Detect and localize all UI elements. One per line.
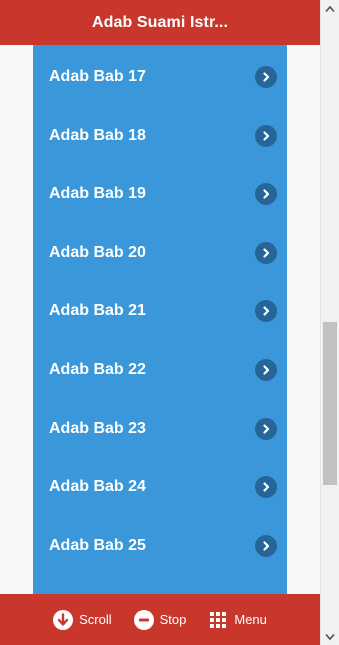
list-item-bab-19[interactable]: Adab Bab 19 <box>33 165 287 223</box>
chevron-right-icon <box>255 300 277 322</box>
list-item-label: Adab Bab 21 <box>49 302 146 319</box>
chevron-right-icon <box>255 242 277 264</box>
chevron-right-icon <box>255 535 277 557</box>
list-item-label: Adab Bab 17 <box>49 68 146 85</box>
minus-circle-icon <box>133 609 154 630</box>
scroll-down-arrow-icon[interactable] <box>321 628 339 645</box>
list-item-label: Adab Bab 25 <box>49 537 146 554</box>
menu-button[interactable]: Menu <box>208 610 267 630</box>
list-item-bab-20[interactable]: Adab Bab 20 <box>33 224 287 282</box>
vertical-scrollbar[interactable] <box>320 0 339 645</box>
app-title: Adab Suami Istr... <box>91 13 229 31</box>
grid-icon <box>208 610 228 630</box>
stop-button[interactable]: Stop <box>133 609 187 630</box>
list-item-bab-22[interactable]: Adab Bab 22 <box>33 341 287 399</box>
menu-label: Menu <box>234 612 267 627</box>
scrollbar-thumb[interactable] <box>323 322 337 485</box>
scroll-label: Scroll <box>79 612 112 627</box>
list-item-label: Adab Bab 20 <box>49 244 146 261</box>
list-item-bab-23[interactable]: Adab Bab 23 <box>33 400 287 458</box>
list-item-bab-18[interactable]: Adab Bab 18 <box>33 107 287 165</box>
chevron-right-icon <box>255 359 277 381</box>
list-item-bab-17[interactable]: Adab Bab 17 <box>33 48 287 106</box>
chevron-right-icon <box>255 125 277 147</box>
chevron-right-icon <box>255 476 277 498</box>
scroll-button[interactable]: Scroll <box>53 609 112 630</box>
list-item-bab-21[interactable]: Adab Bab 21 <box>33 282 287 340</box>
footer-toolbar: Scroll Stop Menu <box>0 594 320 645</box>
chevron-right-icon <box>255 66 277 88</box>
arrow-down-circle-icon <box>53 609 74 630</box>
chapter-list: Adab Bab 17 Adab Bab 18 Adab Bab 19 Adab… <box>33 45 287 594</box>
list-item-bab-25[interactable]: Adab Bab 25 <box>33 517 287 575</box>
app-header: Adab Suami Istr... <box>0 0 320 45</box>
list-item-label: Adab Bab 18 <box>49 127 146 144</box>
list-item-label: Adab Bab 19 <box>49 185 146 202</box>
chevron-right-icon <box>255 418 277 440</box>
chevron-right-icon <box>255 183 277 205</box>
scroll-up-arrow-icon[interactable] <box>321 0 339 17</box>
list-item-label: Adab Bab 22 <box>49 361 146 378</box>
list-item-label: Adab Bab 24 <box>49 478 146 495</box>
list-item-bab-24[interactable]: Adab Bab 24 <box>33 458 287 516</box>
stop-label: Stop <box>159 612 187 627</box>
list-item-label: Adab Bab 23 <box>49 420 146 437</box>
